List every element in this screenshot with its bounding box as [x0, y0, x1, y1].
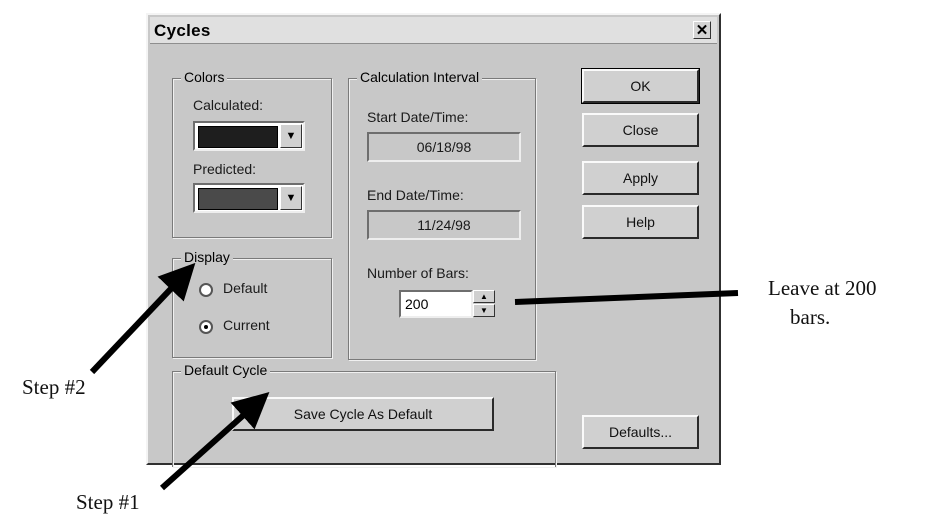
bars-text: bars.	[790, 305, 831, 329]
annotation-arrows	[89, 262, 739, 491]
step2-arrow	[89, 262, 196, 375]
step2-text: Step #2	[22, 375, 86, 399]
step1-text: Step #1	[76, 490, 140, 514]
step1-arrow	[160, 392, 270, 491]
leave-at-200-pointer	[514, 290, 739, 305]
leave-at-200-text: Leave at 200	[768, 276, 877, 300]
